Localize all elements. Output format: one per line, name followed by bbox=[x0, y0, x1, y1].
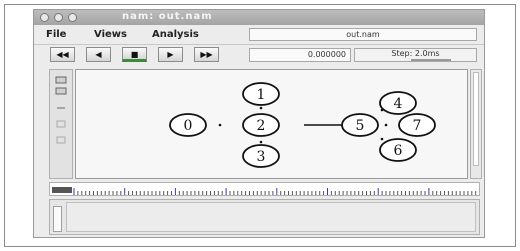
svg-text:7: 7 bbox=[413, 118, 422, 134]
link-dot bbox=[218, 123, 222, 127]
menu-analysis[interactable]: Analysis bbox=[152, 29, 199, 40]
node-0[interactable]: 0 bbox=[169, 113, 207, 137]
minimize-window-button[interactable] bbox=[54, 13, 63, 22]
forward-fast-button[interactable]: ▶▶ bbox=[194, 47, 219, 62]
node-6[interactable]: 6 bbox=[379, 138, 417, 162]
link-dot bbox=[259, 106, 263, 110]
step-control: Step: 2.0ms bbox=[354, 48, 477, 62]
trace-file-name: out.nam bbox=[249, 28, 477, 41]
svg-text:3: 3 bbox=[257, 149, 266, 165]
svg-text:2: 2 bbox=[257, 118, 266, 134]
link-dot bbox=[380, 137, 384, 141]
node-3[interactable]: 3 bbox=[242, 144, 280, 168]
scale-icon[interactable] bbox=[53, 104, 69, 112]
maximize-window-button[interactable] bbox=[68, 13, 77, 22]
menu-file[interactable]: File bbox=[46, 29, 66, 40]
rewind-fast-button[interactable]: ◀◀ bbox=[50, 47, 75, 62]
step-label: Step: 2.0ms bbox=[391, 49, 440, 58]
playback-toolbar: ◀◀ ◀ ■ ▶ ▶▶ 0.000000 Step: 2.0ms bbox=[34, 45, 484, 67]
menu-views[interactable]: Views bbox=[94, 29, 127, 40]
svg-text:5: 5 bbox=[356, 118, 365, 134]
canvas-vertical-scrollbar[interactable] bbox=[470, 69, 482, 179]
timeline-ticks bbox=[52, 187, 477, 195]
timeline-cursor[interactable] bbox=[52, 187, 72, 193]
link-dot bbox=[384, 123, 388, 127]
network-canvas[interactable]: 0 1 2 3 5 4 7 6 bbox=[75, 69, 468, 179]
play-button[interactable]: ▶ bbox=[158, 47, 183, 62]
network-topology: 0 1 2 3 5 4 7 6 bbox=[169, 82, 436, 168]
annotation-list bbox=[66, 202, 476, 232]
step-slider[interactable] bbox=[411, 59, 451, 61]
svg-text:4: 4 bbox=[394, 96, 403, 112]
node-5[interactable]: 5 bbox=[341, 113, 379, 137]
svg-text:1: 1 bbox=[257, 87, 266, 103]
window-title: nam: out.nam bbox=[122, 11, 213, 22]
node-2[interactable]: 2 bbox=[242, 113, 280, 137]
time-display: 0.000000 bbox=[249, 48, 351, 62]
node-4[interactable]: 4 bbox=[379, 91, 417, 115]
node-1[interactable]: 1 bbox=[242, 82, 280, 106]
stop-button[interactable]: ■ bbox=[122, 47, 147, 62]
time-slider[interactable] bbox=[49, 182, 480, 196]
svg-text:0: 0 bbox=[184, 118, 193, 134]
nam-window: nam: out.nam File Views Analysis out.nam… bbox=[33, 9, 485, 238]
zoom-out-icon[interactable] bbox=[53, 87, 69, 95]
zoom-in-icon[interactable] bbox=[53, 76, 69, 84]
close-window-button[interactable] bbox=[40, 13, 49, 22]
link-dot bbox=[259, 140, 263, 144]
svg-text:6: 6 bbox=[394, 143, 403, 159]
scrollbar-thumb[interactable] bbox=[473, 72, 479, 166]
annotation-panel bbox=[49, 199, 480, 235]
annotation-scrollbar[interactable] bbox=[53, 206, 62, 232]
tool-slot-icon[interactable] bbox=[53, 136, 69, 144]
zoom-sidebar bbox=[49, 69, 73, 179]
rewind-button[interactable]: ◀ bbox=[86, 47, 111, 62]
node-7[interactable]: 7 bbox=[398, 113, 436, 137]
title-bar: nam: out.nam bbox=[34, 10, 484, 25]
menu-bar: File Views Analysis out.nam bbox=[34, 26, 484, 45]
tool-slot-icon[interactable] bbox=[53, 120, 69, 128]
